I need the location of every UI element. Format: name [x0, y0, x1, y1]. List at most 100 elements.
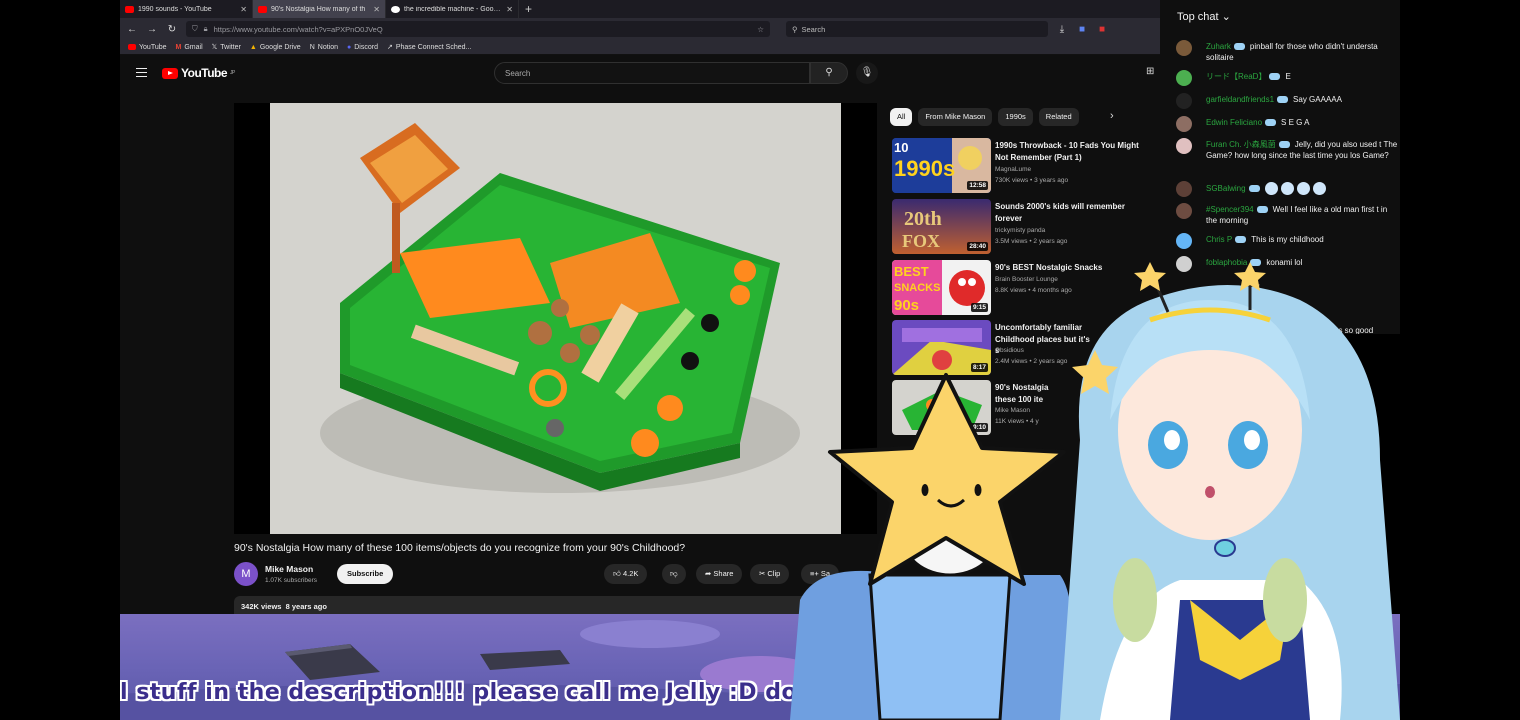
close-icon[interactable]: ✕: [240, 5, 247, 14]
description-box[interactable]: 342K views 8 years ago: [234, 596, 874, 614]
member-badge-icon: [1278, 141, 1290, 149]
menu-icon[interactable]: [136, 68, 147, 77]
bookmark-twitter[interactable]: 𝕏 Twitter: [212, 43, 241, 52]
video-frame[interactable]: [270, 103, 841, 534]
subscriber-count: 1.07K subscribers: [265, 577, 318, 584]
duration-badge: 28:40: [967, 242, 988, 251]
chat-header-label: Top chat: [1177, 11, 1219, 23]
close-icon[interactable]: ✕: [373, 5, 380, 14]
clip-button[interactable]: ✂ Clip: [750, 564, 790, 584]
forward-icon[interactable]: →: [146, 24, 158, 35]
share-button[interactable]: ➦ Share: [696, 564, 743, 584]
youtube-logo[interactable]: YouTube JP: [162, 66, 235, 80]
emote-icon: [1264, 182, 1278, 195]
chat-username[interactable]: Furan Ch. 小森風菌: [1206, 140, 1276, 149]
svg-text:FOX: FOX: [902, 231, 940, 251]
video-thumbnail[interactable]: 9:10: [892, 380, 991, 435]
video-thumbnail[interactable]: 20th FOX 28:40: [892, 199, 991, 254]
ticker-text: fo: [1350, 680, 1376, 705]
recommendation-item[interactable]: BEST SNACKS 90s 9:15 90's BEST Nostalgic S…: [892, 260, 1152, 316]
search-input[interactable]: Search: [494, 62, 810, 84]
extension-badge-icon[interactable]: ■: [1096, 24, 1108, 35]
channel-name[interactable]: Mike Mason: [265, 564, 313, 574]
dislike-button[interactable]: 👎︎: [662, 564, 686, 584]
recommendation-title[interactable]: 90's BEST Nostalgic Snacks: [995, 262, 1145, 274]
chat-username[interactable]: garfieldandfriends1: [1206, 95, 1274, 104]
chat-username[interactable]: #Spencer394: [1206, 205, 1254, 214]
chip-from-channel[interactable]: From Mike Mason: [918, 108, 993, 126]
recommendation-title[interactable]: Sounds 2000's kids will remember forever: [995, 201, 1145, 224]
bookmark-discord[interactable]: ● Discord: [347, 44, 378, 51]
create-icon[interactable]: ⊞: [1146, 66, 1154, 77]
browser-search[interactable]: ⚲ Search: [786, 21, 1048, 37]
avatar: [1176, 203, 1192, 219]
bookmark-notion[interactable]: N Notion: [310, 44, 338, 51]
search-button[interactable]: ⚲: [810, 62, 848, 84]
tab-incredible-machine[interactable]: the incredible machine - Google ✕: [386, 0, 519, 18]
recommendation-item[interactable]: 8:17 Uncomfortably familiar Childhood pl…: [892, 320, 1152, 376]
chip-1990s[interactable]: 1990s: [998, 108, 1033, 126]
filter-chips: All From Mike Mason 1990s Related: [890, 108, 1079, 126]
recommendation-item[interactable]: 20th FOX 28:40 Sounds 2000's kids will re…: [892, 199, 1152, 255]
recommendation-channel[interactable]: trickymisty panda: [995, 227, 1045, 234]
mic-button[interactable]: 🎙︎: [856, 62, 878, 84]
member-badge-icon: [1277, 96, 1289, 104]
video-thumbnail[interactable]: 8:17: [892, 320, 991, 375]
chevron-down-icon: ⌄: [1221, 11, 1231, 23]
download-icon[interactable]: ⤓: [1056, 24, 1068, 35]
chat-username[interactable]: Edwin Feliciano: [1206, 118, 1262, 127]
chat-text: game was so good: [1306, 326, 1374, 334]
svg-text:1990s: 1990s: [894, 156, 955, 181]
clip-label: Clip: [767, 569, 781, 578]
video-thumbnail[interactable]: 1990s 10 12:58: [892, 138, 991, 193]
tab-1990-sounds[interactable]: 1990 sounds - YouTube ✕: [120, 0, 253, 18]
chat-username[interactable]: SGBalwing: [1206, 184, 1246, 193]
recommendation-title[interactable]: 90's Nostalgia these 100 ite: [995, 382, 1055, 405]
upload-age: 8 years ago: [285, 602, 327, 611]
duration-badge: 8:17: [970, 363, 988, 372]
recommendation-channel[interactable]: Mike Mason: [995, 407, 1030, 414]
recommendation-channel[interactable]: Obsidious: [995, 347, 1024, 354]
bookmark-gmail[interactable]: M Gmail: [176, 44, 203, 51]
subscribe-button[interactable]: Subscribe: [337, 564, 394, 584]
like-button[interactable]: 👍︎ 4.2K: [604, 564, 648, 584]
save-button[interactable]: ≡+ Sa: [801, 564, 840, 584]
chat-username[interactable]: Chris P: [1206, 235, 1232, 244]
bookmark-star-icon[interactable]: ☆: [757, 25, 764, 34]
tab-90s-nostalgia[interactable]: 90's Nostalgia How many of th ✕: [253, 0, 386, 18]
close-icon[interactable]: ✕: [506, 5, 513, 14]
video-player[interactable]: [234, 103, 877, 534]
chat-username[interactable]: リード【ReaD】: [1206, 72, 1266, 81]
chat-mode-dropdown[interactable]: Top chat ⌄: [1177, 10, 1231, 23]
extension-icon[interactable]: ■: [1076, 24, 1088, 35]
new-tab-icon[interactable]: +: [525, 2, 532, 16]
video-thumbnail[interactable]: BEST SNACKS 90s 9:15: [892, 260, 991, 315]
view-count: 342K views: [241, 602, 282, 611]
avatar: [1176, 181, 1192, 197]
chip-related[interactable]: Related: [1038, 108, 1079, 126]
chip-all[interactable]: All: [890, 108, 913, 126]
back-icon[interactable]: ←: [126, 24, 138, 35]
chat-username[interactable]: Zuhark: [1206, 42, 1231, 51]
recommendation-item[interactable]: 9:10 90's Nostalgia these 100 ite Mike M…: [892, 380, 1152, 436]
recommendation-channel[interactable]: Brain Booster Lounge: [995, 276, 1058, 283]
avatar[interactable]: M: [234, 562, 258, 586]
share-label: Share: [713, 569, 734, 578]
recommendation-item[interactable]: 1990s 10 12:58 1990s Throwback - 10 Fads …: [892, 138, 1152, 194]
recommendation-title[interactable]: 1990s Throwback - 10 Fads You Might Not …: [995, 140, 1145, 163]
phase-icon: ↗: [386, 44, 393, 51]
bookmark-youtube[interactable]: YouTube: [128, 44, 167, 51]
bookmark-phase-connect[interactable]: ↗ Phase Connect Sched...: [386, 43, 471, 52]
chat-username[interactable]: foblaphobia: [1206, 258, 1247, 267]
reload-icon[interactable]: ↻: [166, 24, 178, 35]
bookmark-google-drive[interactable]: ▲ Google Drive: [250, 44, 301, 51]
url-bar[interactable]: ⛉ 🔒︎ https://www.youtube.com/watch?v=aPX…: [186, 21, 770, 37]
chevron-right-icon[interactable]: ›: [1110, 110, 1114, 122]
avatar: [1176, 116, 1192, 132]
recommendation-channel[interactable]: MagnaLume: [995, 166, 1031, 173]
search-icon: ⚲: [792, 24, 798, 34]
bookmark-label: Discord: [354, 43, 378, 51]
svg-text:BEST: BEST: [894, 264, 929, 279]
shield-icon: ⛉: [192, 24, 198, 33]
thumbs-down-icon: 👎︎: [670, 569, 678, 578]
